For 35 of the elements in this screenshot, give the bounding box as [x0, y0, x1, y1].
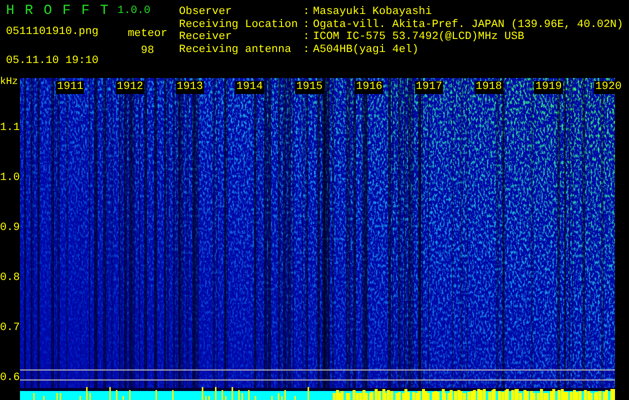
date-time: 05.11.10 19:10	[6, 54, 100, 68]
time-label: 1916	[355, 81, 384, 94]
file-name: 0511101910.png	[6, 26, 100, 39]
info-value: A504HB(yagi 4el)	[313, 44, 419, 57]
info-value: Masayuki Kobayashi	[313, 6, 432, 19]
separator: :	[303, 44, 311, 57]
separator: :	[303, 6, 311, 19]
time-label: 1914	[235, 81, 264, 94]
axis-label: 0.6	[0, 373, 20, 384]
info-value: Ogata-vill. Akita-Pref. JAPAN (139.96E, 40.02N)	[313, 18, 624, 31]
meteor-label: meteor	[128, 28, 168, 41]
axis-label: 0.8	[0, 273, 20, 284]
info-value: ICOM IC-575 53.7492(@LCD)MHz USB	[313, 31, 524, 44]
unit-label: kHz	[0, 78, 18, 88]
info-label: Receiving Location	[179, 18, 299, 31]
time-label: 1915	[295, 81, 324, 94]
time-label: 1913	[176, 81, 204, 94]
info-label: Receiver	[179, 31, 233, 44]
info-label: Observer	[179, 6, 233, 19]
time-label: 1911	[56, 81, 84, 94]
time-label: 1917	[414, 81, 444, 94]
meteor-count: 98	[140, 44, 154, 58]
axis-label: 1.1	[0, 123, 20, 134]
axis-label: 0.7	[0, 323, 20, 334]
time-label: 1920	[594, 81, 623, 94]
app-title: H R O F F T	[6, 4, 110, 18]
time-label: 1912	[116, 81, 144, 94]
time-label: 1918	[474, 81, 503, 94]
separator: :	[303, 18, 311, 32]
separator: :	[303, 31, 311, 44]
axis-label: 1.0	[0, 173, 20, 184]
axis-label: 0.9	[0, 223, 20, 234]
version-label: 1.0.0	[117, 5, 150, 18]
time-label: 1919	[534, 81, 563, 94]
info-label: Receiving antenna	[179, 44, 292, 57]
